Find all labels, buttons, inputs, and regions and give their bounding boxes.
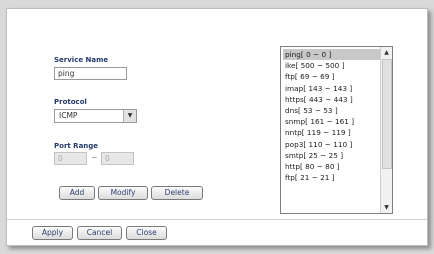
service-dialog: Service Name ping Protocol ICMP ▼ Port R… <box>6 8 428 246</box>
port-from-input[interactable]: 0 <box>54 152 87 165</box>
service-list-scrollbar[interactable]: ▲ ▼ <box>380 47 392 213</box>
modify-button[interactable]: Modify <box>98 186 148 200</box>
list-item[interactable]: imap[ 143 ~ 143 ] <box>283 83 381 94</box>
add-button[interactable]: Add <box>59 186 95 200</box>
apply-button[interactable]: Apply <box>32 226 73 240</box>
close-button[interactable]: Close <box>126 226 167 240</box>
list-item[interactable]: ike[ 500 ~ 500 ] <box>283 60 381 71</box>
footer-divider <box>7 219 427 220</box>
scroll-up-icon[interactable]: ▲ <box>381 47 392 58</box>
delete-button[interactable]: Delete <box>151 186 203 200</box>
list-item[interactable]: snmp[ 161 ~ 161 ] <box>283 116 381 127</box>
list-item[interactable]: ping[ 0 ~ 0 ] <box>283 49 381 61</box>
list-item[interactable]: smtp[ 25 ~ 25 ] <box>283 150 381 161</box>
list-item[interactable]: http[ 80 ~ 80 ] <box>283 161 381 172</box>
port-range-label: Port Range <box>54 142 99 150</box>
port-range-separator: ~ <box>91 153 98 162</box>
protocol-select[interactable]: ICMP ▼ <box>54 109 137 123</box>
protocol-label: Protocol <box>54 98 87 106</box>
service-list-items: ping[ 0 ~ 0 ] ike[ 500 ~ 500 ] ftp[ 69 ~ 6… <box>283 49 381 183</box>
list-item[interactable]: nntp[ 119 ~ 119 ] <box>283 127 381 138</box>
cancel-button[interactable]: Cancel <box>77 226 122 240</box>
port-to-input[interactable]: 0 <box>101 152 134 165</box>
list-item[interactable]: ftp[ 69 ~ 69 ] <box>283 71 381 82</box>
service-list[interactable]: ping[ 0 ~ 0 ] ike[ 500 ~ 500 ] ftp[ 69 ~ 6… <box>280 46 393 214</box>
scrollbar-thumb[interactable] <box>382 59 392 169</box>
list-item[interactable]: pop3[ 110 ~ 110 ] <box>283 139 381 150</box>
list-item[interactable]: dns[ 53 ~ 53 ] <box>283 105 381 116</box>
chevron-down-icon[interactable]: ▼ <box>123 110 136 122</box>
list-item[interactable]: ftp[ 21 ~ 21 ] <box>283 172 381 183</box>
service-name-input[interactable]: ping <box>54 67 127 80</box>
scroll-down-icon[interactable]: ▼ <box>381 202 392 213</box>
service-name-label: Service Name <box>54 56 109 64</box>
protocol-selected-value: ICMP <box>59 111 78 120</box>
list-item[interactable]: https[ 443 ~ 443 ] <box>283 94 381 105</box>
